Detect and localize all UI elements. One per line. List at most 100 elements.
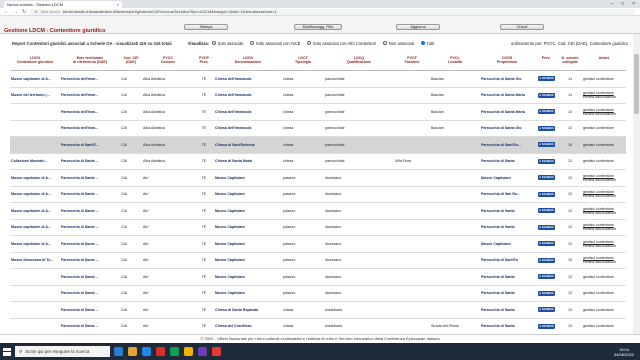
preview-button[interactable]: ◄ SCHEDA	[537, 76, 555, 82]
preview-button[interactable]: ◄ SCHEDA	[537, 290, 555, 296]
table-row[interactable]: Museo capitolare di A... Parrocchia di Sa…	[10, 170, 626, 187]
column-header[interactable]: CGGS Proprietario	[480, 55, 534, 70]
taskbar-app-icon[interactable]	[114, 347, 123, 356]
row-actions-link[interactable]: gestisci contenitore	[582, 77, 626, 81]
linked-records-link[interactable]: 13	[558, 209, 582, 213]
column-header[interactable]: LDCQ Qualificazione	[324, 55, 394, 70]
row-actions-link[interactable]: gestisci contenitore elimina associazion…	[582, 240, 626, 248]
edit-filters-button[interactable]: Modifica/agg. Filtri	[294, 24, 342, 30]
linked-records-link[interactable]: 13	[558, 159, 582, 163]
row-actions-link[interactable]: gestisci contenitore elimina associazion…	[582, 207, 626, 215]
row-actions-link[interactable]: gestisci contenitore elimina associazion…	[582, 91, 626, 99]
column-header[interactable]: PVCF Frazione	[394, 55, 430, 70]
column-header[interactable]: Azioni	[582, 55, 626, 70]
close-button[interactable]: Chiudi	[500, 24, 544, 30]
row-actions-link[interactable]: gestisci contenitore	[582, 324, 626, 328]
row-actions-link[interactable]: gestisci contenitore elimina associazion…	[582, 223, 626, 231]
table-row[interactable]: Parrocchia di Santa ... CAI Atri TE Chiesa d…	[10, 319, 626, 335]
table-row[interactable]: Parrocchia di Santa ... CAI Atri TE Museo Ca…	[10, 269, 626, 286]
taskbar-search-field[interactable]: ⚲ Scrivi qui per eseguire la ricerca	[15, 346, 110, 357]
filter-option-non-associati[interactable]: Non associati	[383, 41, 414, 46]
linked-records-link[interactable]: 13	[558, 324, 582, 328]
column-header[interactable]: PVCL Località	[430, 55, 480, 70]
table-row[interactable]: Museo capitolare di A... Parrocchia di Sa…	[10, 220, 626, 236]
preview-button[interactable]: ◄ SCHEDA	[537, 125, 555, 131]
column-header[interactable]: Prev.	[534, 55, 558, 70]
preview-button[interactable]: ◄ SCHEDA	[537, 142, 555, 148]
linked-records-link[interactable]: 15	[558, 258, 582, 262]
preview-button[interactable]: ◄ SCHEDA	[537, 208, 555, 214]
preview-button[interactable]: ◄ SCHEDA	[537, 175, 555, 181]
column-header[interactable]: Ente territoriale di riferimento (DAE)	[60, 55, 120, 70]
filter-option-solo-associati[interactable]: Solo associati	[212, 41, 243, 46]
linked-records-link[interactable]: 15	[558, 192, 582, 196]
column-header[interactable]: LDCN Denominazione	[214, 55, 282, 70]
table-row[interactable]: Parrocchia dell'Imm... CAI Alba Adriatica T…	[10, 104, 626, 121]
radio-selected-icon[interactable]	[420, 41, 425, 45]
refresh-button[interactable]: Aggiorna	[396, 24, 440, 30]
taskbar-app-icon[interactable]	[142, 347, 151, 356]
row-actions-link[interactable]: gestisci contenitore	[582, 308, 626, 312]
browser-tab[interactable]: Nuova scheda - Sistema LDCM ×	[4, 1, 122, 8]
preview-button[interactable]: ◄ SCHEDA	[537, 92, 555, 98]
url-field[interactable]: ⚠ Non sicuro beniculturali.chiesacattoli…	[30, 8, 636, 15]
radio-icon[interactable]	[383, 41, 388, 45]
taskbar-app-icon[interactable]	[170, 347, 179, 356]
preview-button[interactable]: ◄ SCHEDA	[537, 158, 555, 164]
linked-records-link[interactable]: 13	[558, 176, 582, 180]
column-header[interactable]: LDCN Contenitore giuridico	[10, 55, 60, 70]
preview-button[interactable]: ◄ SCHEDA	[537, 224, 555, 230]
row-actions-link[interactable]: gestisci contenitore elimina associazion…	[582, 190, 626, 198]
row-actions-link[interactable]: gestisci contenitore	[582, 126, 626, 130]
preview-button[interactable]: ◄ SCHEDA	[537, 257, 555, 263]
linked-records-link[interactable]: 14	[558, 77, 582, 81]
table-row[interactable]: Collezione Museale... Parrocchia di Santa…	[10, 154, 626, 170]
row-actions-link[interactable]: gestisci contenitore elimina associazion…	[582, 256, 626, 264]
scrollbar-thumb[interactable]	[634, 54, 639, 114]
radio-icon[interactable]	[212, 41, 217, 45]
linked-records-link[interactable]: 13	[558, 291, 582, 295]
row-actions-link[interactable]: gestisci contenitore	[582, 143, 626, 147]
forward-icon[interactable]: →	[13, 9, 18, 15]
linked-records-link[interactable]: 15	[558, 143, 582, 147]
row-actions-link[interactable]: gestisci contenitore elimina associazion…	[582, 108, 626, 116]
preview-button[interactable]: ◄ SCHEDA	[537, 109, 555, 115]
taskbar-app-icon[interactable]	[184, 347, 193, 356]
system-clock[interactable]: 19:04 04/06/2022	[614, 347, 640, 357]
taskbar-app-icon[interactable]	[128, 347, 137, 356]
table-row[interactable]: Museo capitolare di A... Parrocchia di Sa…	[10, 187, 626, 203]
linked-records-link[interactable]: 13	[558, 225, 582, 229]
filter-option-altri-contenitori[interactable]: Solo associati con Altri Contenitori	[307, 41, 376, 46]
table-row[interactable]: Parrocchia dell'Imm... CAI Alba Adriatica T…	[10, 121, 626, 137]
scrollbar[interactable]	[633, 34, 640, 334]
linked-records-link[interactable]: 14	[558, 110, 582, 114]
windows-start-icon[interactable]	[3, 347, 11, 356]
table-row[interactable]: Museo del territorio (... Parrocchia dell…	[10, 88, 626, 104]
linked-records-link[interactable]: 14	[558, 93, 582, 97]
preview-button[interactable]: ◄ SCHEDA	[537, 191, 555, 197]
column-header[interactable]: PVCC Comune	[142, 55, 194, 70]
reload-icon[interactable]: ↻	[22, 9, 26, 15]
table-row[interactable]: Museo capitolare di A... Parrocchia dell'…	[10, 71, 626, 88]
taskbar-app-icon[interactable]	[198, 347, 207, 356]
table-row[interactable]: Museo capitolare di A... Parrocchia di Sa…	[10, 236, 626, 253]
linked-records-link[interactable]: 13	[558, 275, 582, 279]
row-actions-link[interactable]: gestisci contenitore	[582, 291, 626, 295]
column-header[interactable]: LDCT Tipologia	[282, 55, 324, 70]
preview-button[interactable]: ◄ SCHEDA	[537, 307, 555, 313]
column-header[interactable]: N. schede collegate	[558, 55, 582, 70]
table-row[interactable]: Museo capitolare di A... Parrocchia di Sa…	[10, 203, 626, 220]
column-header[interactable]: PVCP Prov.	[194, 55, 214, 70]
table-row[interactable]: Museo diocesano di Te... Parrocchia di Sa…	[10, 253, 626, 269]
radio-icon[interactable]	[250, 41, 255, 45]
taskbar-app-icon[interactable]	[156, 347, 165, 356]
maximize-icon[interactable]: □	[621, 1, 624, 7]
row-actions-link[interactable]: gestisci contenitore	[582, 275, 626, 279]
print-button[interactable]: Stampa	[184, 24, 228, 30]
linked-records-link[interactable]: 14	[558, 126, 582, 130]
table-row[interactable]: Parrocchia di Santa ... CAI Atri TE Chiesa d…	[10, 302, 626, 319]
radio-icon[interactable]	[307, 41, 312, 45]
preview-button[interactable]: ◄ SCHEDA	[537, 241, 555, 247]
filter-option-tutti[interactable]: Tutti	[420, 41, 434, 46]
preview-button[interactable]: ◄ SCHEDA	[537, 323, 555, 329]
